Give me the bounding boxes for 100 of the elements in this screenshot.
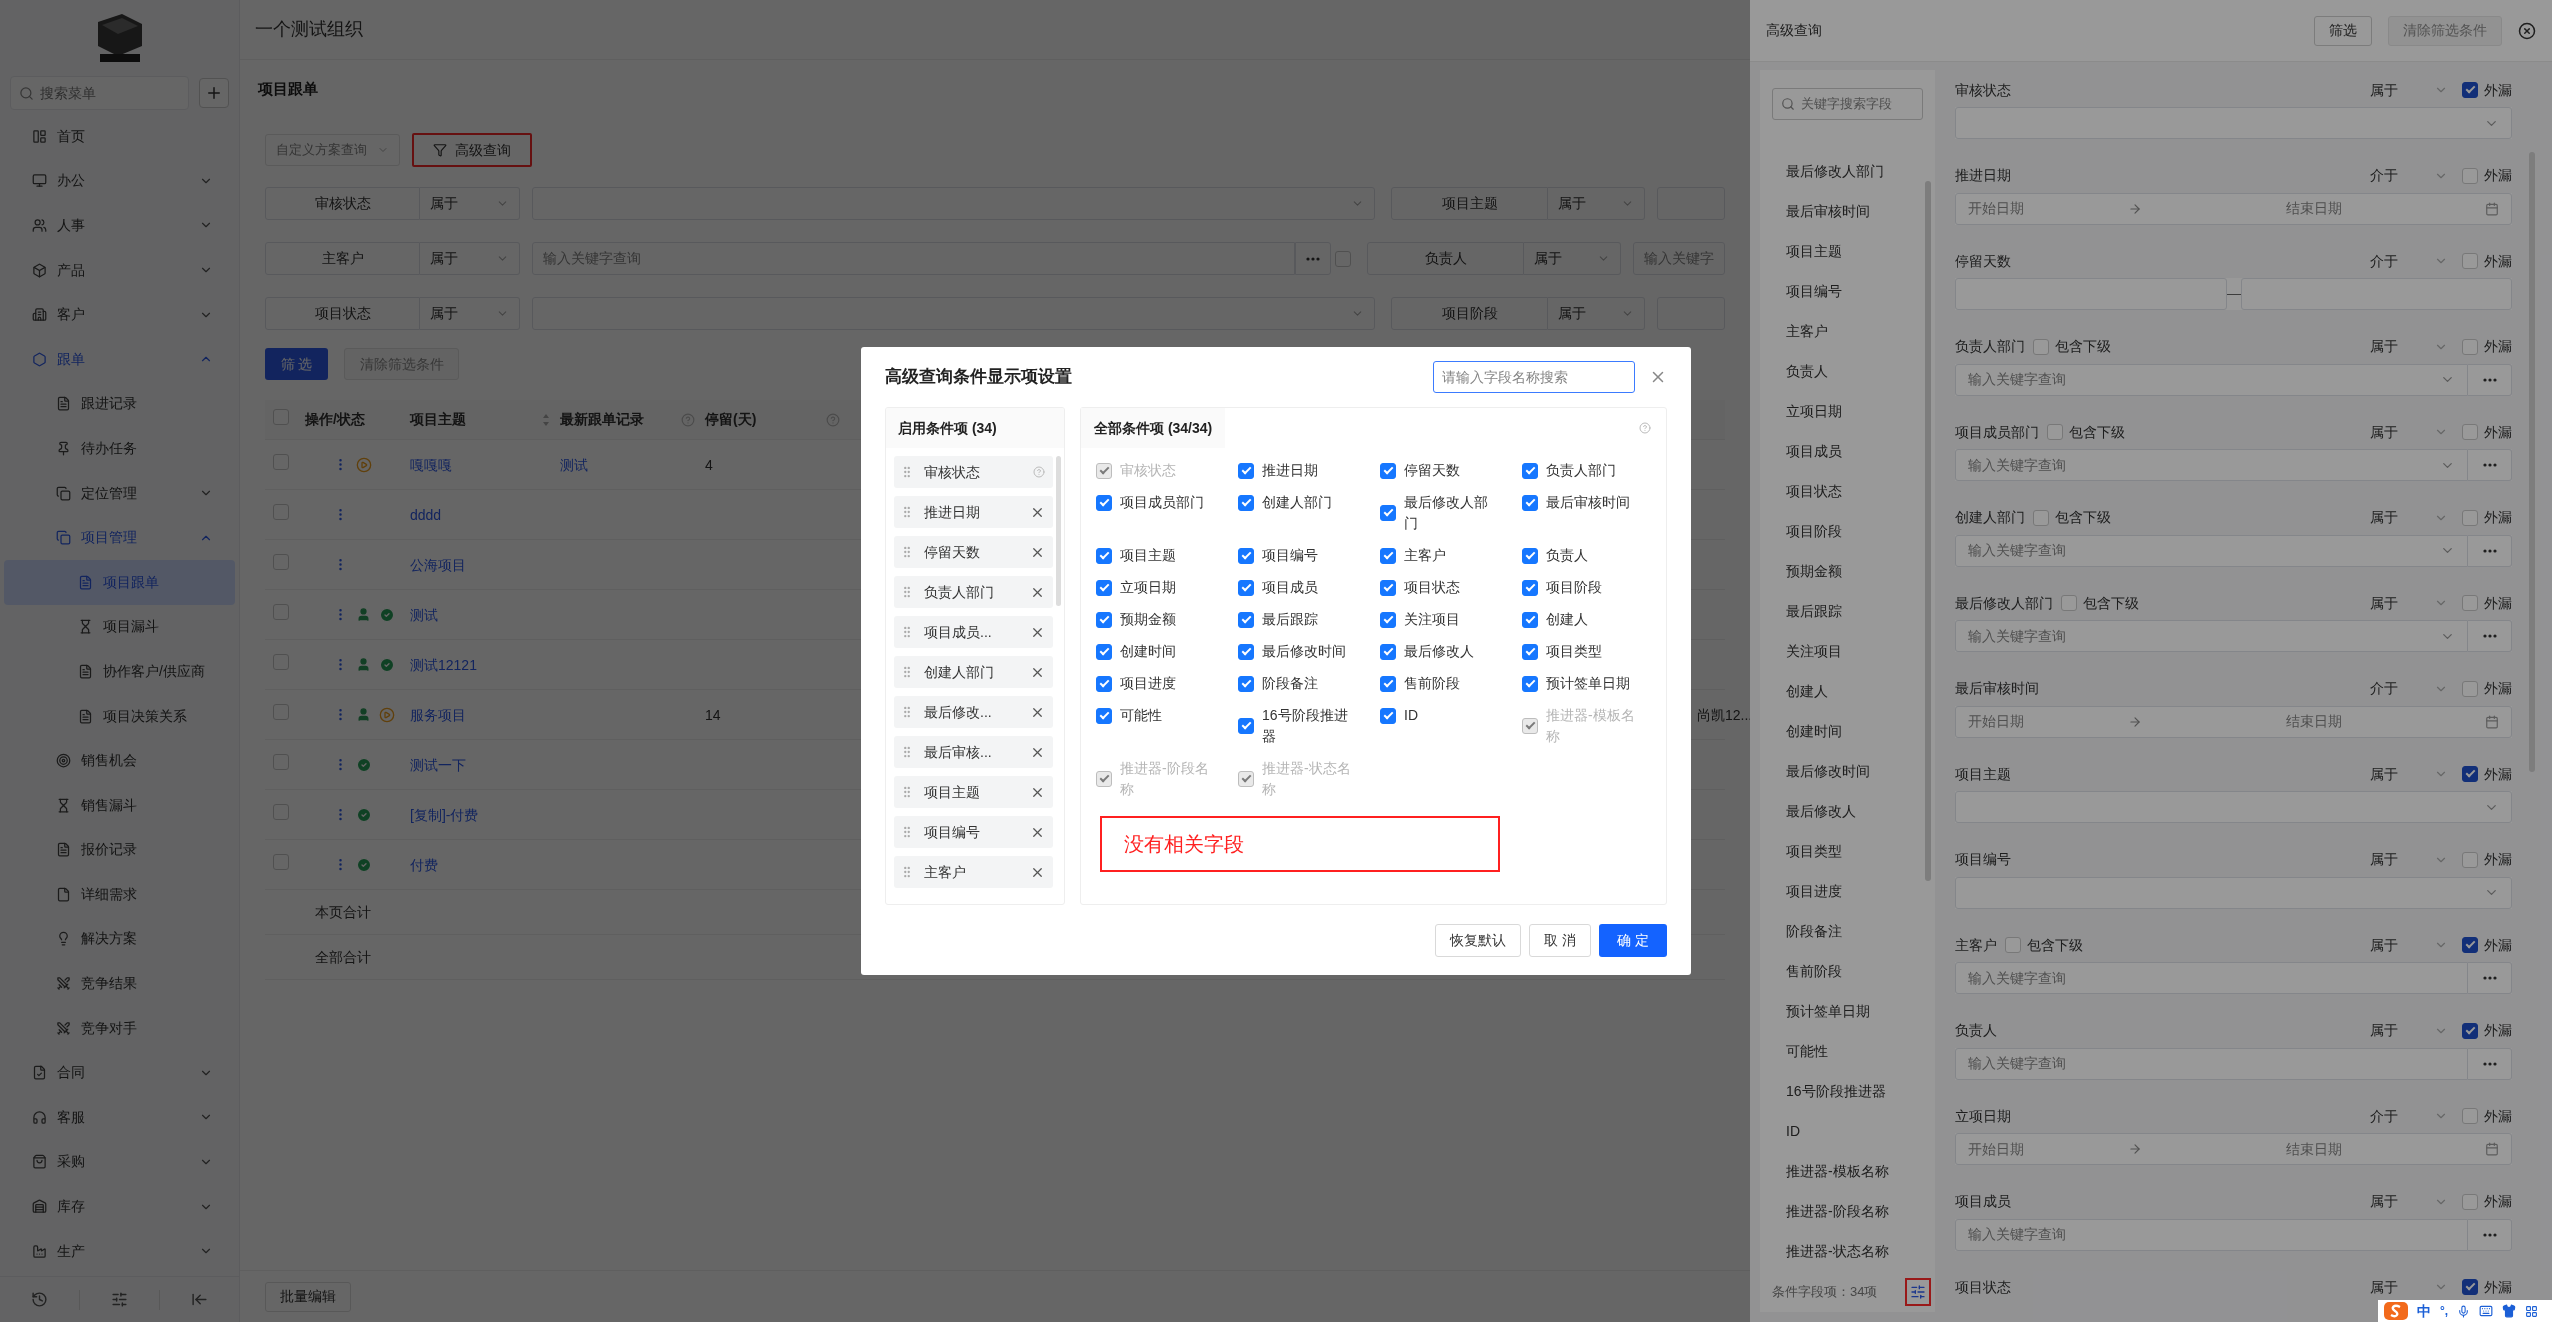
checkbox[interactable] xyxy=(1238,675,1254,692)
operator-select[interactable]: 属于 xyxy=(420,242,520,275)
search-field[interactable]: 请输入字段名称搜索 xyxy=(1433,361,1635,393)
close-icon[interactable] xyxy=(2518,21,2536,40)
history-icon[interactable] xyxy=(31,1291,48,1308)
menu-item[interactable]: 销售机会 xyxy=(4,738,235,783)
keyboard-icon[interactable] xyxy=(2479,1304,2494,1318)
end-date-field[interactable]: 结束日期 xyxy=(2285,1138,2342,1160)
more-button[interactable] xyxy=(2468,534,2512,567)
field-item[interactable]: 最后审核时间 xyxy=(1760,191,1925,231)
menu-item[interactable]: 报价记录 xyxy=(4,827,235,873)
field-item[interactable]: 阶段备注 xyxy=(1760,911,1925,951)
menu-item[interactable]: 客服 xyxy=(4,1095,235,1140)
field-item[interactable]: 最后跟踪 xyxy=(1760,591,1925,631)
menu-item[interactable]: 竞争对手 xyxy=(4,1005,235,1051)
operator-select[interactable]: 属于 xyxy=(2370,763,2462,785)
field-item[interactable]: 预计签单日期 xyxy=(1760,991,1925,1031)
cancel-button[interactable]: 取 消 xyxy=(1529,923,1592,957)
field-item[interactable]: 16号阶段推进器 xyxy=(1760,1071,1925,1111)
field-item[interactable]: 可能性 xyxy=(1760,1031,1925,1071)
menu-item[interactable]: 库存 xyxy=(4,1184,235,1229)
start-date-field[interactable]: 开始日期 xyxy=(1968,711,2128,732)
project-link[interactable]: 测试12121 xyxy=(410,656,477,673)
menu-item[interactable]: 销售漏斗 xyxy=(4,782,235,828)
operator-select[interactable]: 属于 xyxy=(2370,1191,2462,1212)
field-item[interactable]: 项目编号 xyxy=(1760,271,1925,311)
field-item[interactable]: 项目阶段 xyxy=(1760,511,1925,551)
keyword-field[interactable]: 输入关键字查询 xyxy=(1955,1047,2468,1080)
checkbox[interactable] xyxy=(2462,1022,2478,1039)
batch-edit-button[interactable]: 批量编辑 xyxy=(265,1281,351,1312)
advanced-query-button[interactable]: 高级查询 xyxy=(412,133,532,167)
menu-item[interactable]: 办公 xyxy=(4,158,235,204)
value-select[interactable] xyxy=(1955,791,2512,823)
menu-item[interactable]: 解决方案 xyxy=(4,916,235,962)
operator-select[interactable]: 介于 xyxy=(2370,250,2462,272)
keyword-field[interactable]: 输入关键字查询 xyxy=(1955,962,2468,994)
operator-select[interactable]: 属于 xyxy=(2370,849,2462,870)
checkbox[interactable] xyxy=(1238,547,1254,564)
field-item[interactable]: 项目类型 xyxy=(1760,831,1925,871)
end-date-field[interactable]: 结束日期 xyxy=(2285,198,2342,219)
operator-select[interactable]: 属于 xyxy=(2370,1276,2462,1298)
menu-item[interactable]: 跟进记录 xyxy=(4,381,235,427)
project-link[interactable]: 付费 xyxy=(410,856,438,873)
menu-item[interactable]: 待办任务 xyxy=(4,426,235,471)
field-item[interactable]: 负责人 xyxy=(1760,351,1925,391)
add-button[interactable] xyxy=(199,78,229,108)
grid-icon[interactable] xyxy=(2525,1304,2539,1318)
field-item[interactable]: 推进器-模板名称 xyxy=(1760,1151,1925,1191)
project-link[interactable]: 测试一下 xyxy=(410,756,466,773)
filter-button[interactable]: 筛 选 xyxy=(265,348,328,380)
field-item[interactable]: 立项日期 xyxy=(1760,391,1925,431)
checkbox[interactable] xyxy=(1380,547,1396,564)
checkbox[interactable] xyxy=(1238,579,1254,596)
checkbox[interactable] xyxy=(1522,611,1538,628)
menu-item[interactable]: 客户 xyxy=(4,292,235,337)
operator-select[interactable]: 属于 xyxy=(2370,592,2462,614)
checkbox[interactable] xyxy=(1380,643,1396,660)
microphone-icon[interactable] xyxy=(2457,1304,2471,1318)
project-link[interactable]: [复制]-付费 xyxy=(410,806,479,823)
checkbox[interactable] xyxy=(1522,494,1538,511)
checkbox[interactable] xyxy=(1238,611,1254,628)
menu-item[interactable]: 产品 xyxy=(4,247,235,293)
operator-select[interactable]: 属于 xyxy=(2370,934,2462,956)
operator-select[interactable]: 属于 xyxy=(420,187,520,220)
sliders-icon[interactable] xyxy=(111,1291,128,1308)
operator-select[interactable]: 属于 xyxy=(1548,297,1645,330)
menu-item[interactable]: 跟单 xyxy=(4,336,235,382)
record-link[interactable]: 测试 xyxy=(560,456,588,473)
checkbox[interactable] xyxy=(1380,611,1396,628)
checkbox[interactable] xyxy=(1096,675,1112,692)
menu-item[interactable]: 详细需求 xyxy=(4,872,235,917)
checkbox[interactable] xyxy=(1522,675,1538,692)
checkbox[interactable] xyxy=(1096,547,1112,564)
checkbox[interactable] xyxy=(1096,579,1112,596)
menu-item[interactable]: 项目决策关系 xyxy=(4,693,235,739)
reset-button[interactable]: 恢复默认 xyxy=(1435,923,1522,957)
operator-select[interactable]: 介于 xyxy=(2370,678,2462,699)
checkbox[interactable] xyxy=(1238,462,1254,479)
field-item[interactable]: 最后修改时间 xyxy=(1760,751,1925,791)
operator-select[interactable]: 属于 xyxy=(2370,336,2462,357)
field-item[interactable]: 推进器-状态名称 xyxy=(1760,1231,1925,1271)
value-select[interactable] xyxy=(1955,876,2512,909)
operator-select[interactable]: 属于 xyxy=(2370,507,2462,528)
checkbox[interactable] xyxy=(1380,505,1396,521)
value-select[interactable] xyxy=(1955,107,2512,139)
operator-select[interactable]: 属于 xyxy=(2370,79,2462,101)
menu-item[interactable]: 竞争结果 xyxy=(4,961,235,1006)
menu-item[interactable]: 合同 xyxy=(4,1050,235,1096)
sort-icon[interactable] xyxy=(542,412,550,427)
operator-select[interactable]: 属于 xyxy=(1548,187,1645,220)
checkbox[interactable] xyxy=(2462,766,2478,782)
checkbox[interactable] xyxy=(1380,462,1396,479)
project-link[interactable]: 嘎嘎嘎 xyxy=(410,456,452,473)
more-button[interactable] xyxy=(2468,449,2512,481)
field-item[interactable]: 项目成员 xyxy=(1760,431,1925,471)
checkbox[interactable] xyxy=(1522,462,1538,479)
more-button[interactable] xyxy=(2468,363,2512,396)
keyword-field[interactable]: 输入关键字查询 xyxy=(1955,534,2468,567)
more-button[interactable] xyxy=(2468,1218,2512,1251)
field-item[interactable]: 项目进度 xyxy=(1760,871,1925,911)
